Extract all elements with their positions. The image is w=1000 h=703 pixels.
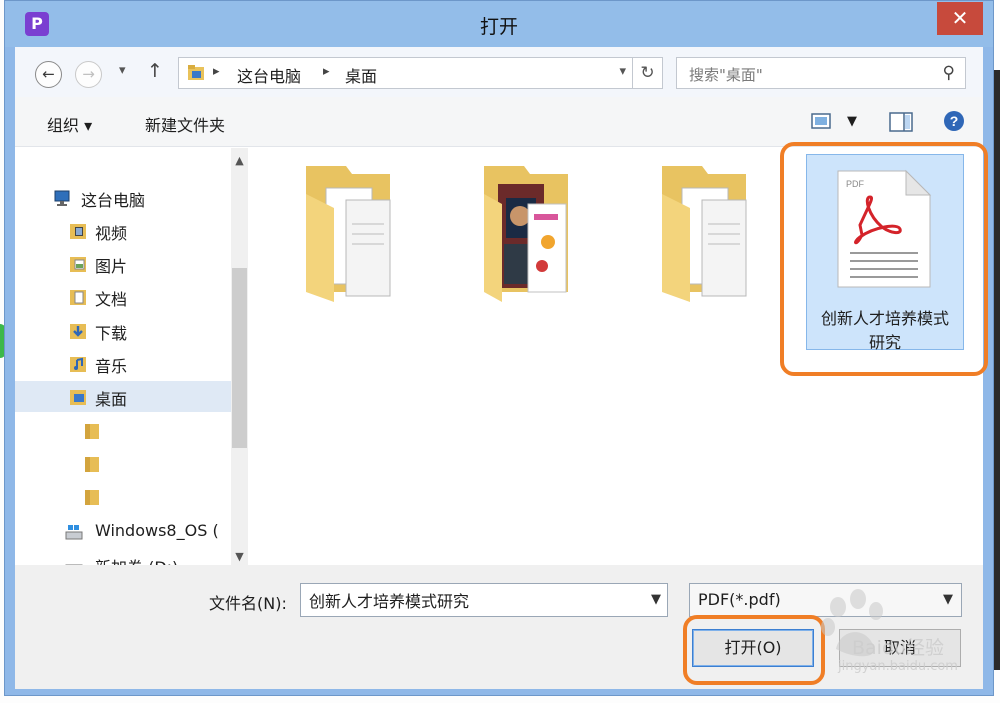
folder-icon [85,457,99,472]
preview-pane-icon[interactable] [889,112,913,132]
change-view-icon[interactable] [811,112,833,130]
help-icon[interactable]: ? [943,110,965,132]
download-folder-icon [70,324,86,339]
sidebar-item-label: 下载 [95,324,128,343]
document-folder-icon [70,290,86,305]
sidebar-item-label: 图片 [95,257,128,276]
breadcrumb-desktop[interactable]: 桌面 [345,63,377,87]
svg-text:?: ? [950,113,959,129]
search-icon[interactable]: ⚲ [943,63,955,83]
scroll-thumb[interactable] [232,268,247,448]
sidebar-item-label: 文档 [95,290,128,309]
navigation-scrollbar[interactable]: ▲ ▼ [231,148,248,565]
address-history-chevron-icon[interactable]: ▾ [619,64,626,79]
navigation-pane: 这台电脑 视频 图片 文档 下载 音乐 桌面 Windows8_OS (▲ ▼ [15,148,248,565]
folder-icon [85,490,99,505]
folder-icon [85,424,99,439]
sidebar-item-folder[interactable] [15,481,231,512]
title-bar: P 打开 ✕ [5,1,993,47]
organize-menu[interactable]: 组织 ▾ [47,112,92,136]
folder-documents-icon [306,166,391,302]
command-bar: 组织 ▾ 新建文件夹 ▼ ? [15,97,983,147]
watermark-text: Baidu经验 [852,637,945,659]
folder-documents-icon [662,166,747,302]
sidebar-item-documents[interactable]: 文档 [15,281,231,312]
folder-photos-icon [484,166,568,302]
baidu-watermark: Baidu经验 jingyan.baidu.com [768,585,978,680]
desktop-folder-icon [70,390,86,405]
recent-locations-chevron-icon[interactable]: ▾ [119,63,126,78]
video-folder-icon [70,224,86,239]
file-item-folder[interactable] [268,154,426,350]
dialog-title: 打开 [479,16,518,38]
refresh-button[interactable]: ↻ [633,57,663,89]
scroll-up-arrow-icon[interactable]: ▲ [231,152,248,169]
sidebar-item-os-drive[interactable]: Windows8_OS ( [15,516,231,547]
sidebar-item-music[interactable]: 音乐 [15,348,231,379]
navigation-bar: ← → ▾ ↑ ▸ 这台电脑 ▸ 桌面 ▾ ↻ 搜索"桌面" ⚲ [15,47,983,97]
new-folder-button[interactable]: 新建文件夹 [145,112,225,136]
filename-history-chevron-icon[interactable]: ▼ [651,592,661,607]
computer-icon [54,190,70,206]
sidebar-item-label: Windows8_OS ( [95,521,219,540]
breadcrumb-this-pc[interactable]: 这台电脑 [237,63,301,87]
sidebar-item-label: 视频 [95,224,128,243]
search-box[interactable]: 搜索"桌面" ⚲ [676,57,966,89]
forward-button[interactable]: → [75,61,102,88]
watermark-url: jingyan.baidu.com [838,659,958,674]
breadcrumb-separator-icon: ▸ [323,64,330,79]
filename-label: 文件名(N): [209,594,287,613]
pdf-highlight-callout [780,142,988,376]
sidebar-item-downloads[interactable]: 下载 [15,315,231,346]
back-button[interactable]: ← [35,61,62,88]
scroll-down-arrow-icon[interactable]: ▼ [231,548,248,565]
picture-folder-icon [70,257,86,272]
file-list: PDF 创新人才培养模式研究 [248,142,988,565]
breadcrumb-separator-icon: ▸ [213,64,220,79]
up-button[interactable]: ↑ [147,60,163,82]
sidebar-item-d-drive[interactable]: 新加卷 (D:) [15,549,231,565]
view-options-chevron-icon[interactable]: ▼ [847,114,857,129]
background-window-edge [994,70,1000,670]
close-button[interactable]: ✕ [937,2,983,35]
sidebar-item-label: 这台电脑 [81,191,146,210]
filename-input[interactable] [300,583,668,617]
sidebar-item-videos[interactable]: 视频 [15,215,231,246]
sidebar-item-label: 音乐 [95,357,128,376]
search-placeholder: 搜索"桌面" [689,66,763,84]
drive-icon [65,564,83,565]
desktop-folder-icon [188,65,204,80]
file-item-folder[interactable] [624,154,782,350]
address-bar[interactable]: ▸ 这台电脑 ▸ 桌面 ▾ [178,57,633,89]
sidebar-item-pictures[interactable]: 图片 [15,248,231,279]
music-folder-icon [70,357,86,372]
sidebar-item-folder[interactable] [15,448,231,479]
sidebar-item-folder[interactable] [15,415,231,446]
sidebar-item-this-pc[interactable]: 这台电脑 [15,182,231,213]
sidebar-item-label: 桌面 [95,390,128,409]
sidebar-item-label: 新加卷 (D:) [95,554,178,565]
sidebar-item-desktop[interactable]: 桌面 [15,381,231,412]
drive-icon [65,525,83,540]
file-item-folder[interactable] [446,154,604,350]
